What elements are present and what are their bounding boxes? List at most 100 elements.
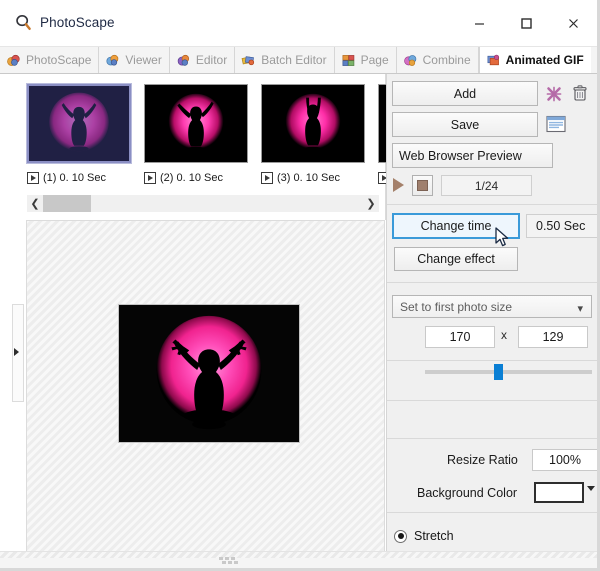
tab-page[interactable]: Page <box>334 47 397 73</box>
save-button[interactable]: Save <box>392 112 538 137</box>
thumbnail-image <box>262 85 364 162</box>
tab-label: Page <box>360 53 389 67</box>
radio-dot[interactable] <box>394 529 407 543</box>
splitter-texture <box>0 552 597 558</box>
preview-image <box>118 304 300 443</box>
width-input[interactable]: 170 <box>425 326 495 348</box>
title-bar: PhotoScape <box>0 0 597 47</box>
background-color-label: Background Color <box>417 486 518 500</box>
size-mode-label: Set to first photo size <box>400 299 513 314</box>
chevron-left-icon[interactable]: ❮ <box>27 195 43 212</box>
divider <box>387 512 597 513</box>
height-input[interactable]: 129 <box>518 326 588 348</box>
chevron-right-icon[interactable]: ❯ <box>363 195 379 212</box>
minimize-icon <box>475 22 484 25</box>
clear-all-icon[interactable] <box>543 83 565 105</box>
selection-tint <box>29 86 129 161</box>
trash-glyph <box>573 85 587 101</box>
window-controls <box>456 0 597 46</box>
scrollbar-track[interactable] <box>43 195 363 212</box>
tab-label: Combine <box>422 53 471 67</box>
close-icon <box>569 18 578 28</box>
tab-label: Editor <box>195 53 228 67</box>
left-panel-splitter[interactable] <box>10 220 27 568</box>
frame-duration-label: (3) 0. 10 Sec <box>277 172 340 184</box>
change-time-button[interactable]: Change time <box>392 213 520 239</box>
background-color-swatch[interactable] <box>534 482 584 503</box>
trash-icon[interactable] <box>569 82 591 104</box>
thumbnail-image <box>145 85 247 162</box>
divider <box>387 204 597 205</box>
thumbnail-1[interactable] <box>26 83 132 164</box>
divider <box>387 360 597 361</box>
divider <box>387 282 597 283</box>
tab-label: Batch Editor <box>261 53 327 67</box>
divider <box>387 438 597 439</box>
list-item[interactable]: (3) 0. 10 Sec <box>261 84 365 184</box>
expand-arrow-icon[interactable] <box>14 348 19 356</box>
change-effect-button[interactable]: Change effect <box>394 247 518 271</box>
photoscape-window: PhotoScape PhotoScape Viewer Editor Batc… <box>0 0 600 571</box>
web-browser-preview-button[interactable]: Web Browser Preview <box>392 143 553 168</box>
frame-duration-label: (2) 0. 10 Sec <box>160 172 223 184</box>
tab-combine[interactable]: Combine <box>396 47 479 73</box>
slider-knob[interactable] <box>494 364 503 380</box>
frame-list-icon[interactable] <box>543 112 569 136</box>
resize-ratio-label: Resize Ratio <box>447 453 518 467</box>
viewer-icon <box>106 54 119 66</box>
animated-gif-icon <box>487 54 499 65</box>
resize-ratio-input[interactable]: 100% <box>532 449 597 471</box>
frame-list-glyph <box>546 115 566 133</box>
tab-label: Viewer <box>125 53 162 67</box>
frame-duration-label: (1) 0. 10 Sec <box>43 172 106 184</box>
thumbnail-caption: (2) 0. 10 Sec <box>144 172 248 184</box>
radio-stretch[interactable]: Stretch <box>394 524 574 548</box>
filmstrip-scrollbar[interactable]: ❮ ❯ <box>27 195 379 212</box>
magnifier-logo-icon <box>16 15 31 31</box>
clear-all-glyph <box>546 86 562 102</box>
thumbnail-3[interactable] <box>261 84 365 163</box>
bottom-splitter[interactable] <box>0 551 597 568</box>
close-button[interactable] <box>550 0 597 46</box>
tab-animated-gif[interactable]: Animated GIF <box>478 47 591 73</box>
minimize-button[interactable] <box>456 0 503 46</box>
play-frame-icon[interactable] <box>261 172 273 184</box>
maximize-icon <box>521 17 532 29</box>
add-button[interactable]: Add <box>392 81 538 106</box>
play-icon[interactable] <box>393 178 404 192</box>
tab-photoscape[interactable]: PhotoScape <box>0 47 100 73</box>
size-mode-select[interactable]: Set to first photo size ▾ <box>392 295 592 318</box>
play-frame-icon[interactable] <box>27 172 39 184</box>
frame-time-value[interactable]: 0.50 Sec <box>526 214 597 238</box>
list-item[interactable]: (2) 0. 10 Sec <box>144 84 248 184</box>
thumbnail-2[interactable] <box>144 84 248 163</box>
chevron-down-icon[interactable] <box>587 486 595 491</box>
play-frame-icon[interactable] <box>144 172 156 184</box>
tab-batch-editor[interactable]: Batch Editor <box>235 47 335 73</box>
resize-slider[interactable] <box>425 364 592 380</box>
list-item[interactable]: (1) 0. 10 Sec <box>26 83 132 184</box>
window-title: PhotoScape <box>40 15 115 30</box>
scrollbar-thumb[interactable] <box>43 195 91 212</box>
frame-filmstrip: (1) 0. 10 Sec (2) 0. 10 Sec (3) 0. 10 Se… <box>0 74 482 220</box>
photoscape-icon <box>7 54 20 66</box>
stop-icon[interactable] <box>412 175 433 196</box>
tab-label: PhotoScape <box>26 53 92 67</box>
tab-editor[interactable]: Editor <box>169 47 236 73</box>
thumbnail-caption: (3) 0. 10 Sec <box>261 172 365 184</box>
tab-viewer[interactable]: Viewer <box>99 47 170 73</box>
gif-settings-panel: Add Save Web Browser Preview 1/24 Change… <box>386 74 597 568</box>
preview-canvas[interactable] <box>26 220 385 568</box>
chevron-down-icon: ▾ <box>577 303 583 315</box>
dimension-separator: x <box>501 328 507 342</box>
frame-counter: 1/24 <box>441 175 532 196</box>
divider <box>387 400 597 401</box>
main-area: (1) 0. 10 Sec (2) 0. 10 Sec (3) 0. 10 Se… <box>0 74 482 568</box>
main-tab-bar: PhotoScape Viewer Editor Batch Editor Pa… <box>0 47 597 74</box>
thumbnail-caption: (1) 0. 10 Sec <box>27 172 131 184</box>
radio-label: Stretch <box>414 529 454 543</box>
maximize-button[interactable] <box>503 0 550 46</box>
slider-track <box>425 370 592 374</box>
editor-icon <box>177 54 189 66</box>
splitter-grip-dots <box>219 557 241 564</box>
